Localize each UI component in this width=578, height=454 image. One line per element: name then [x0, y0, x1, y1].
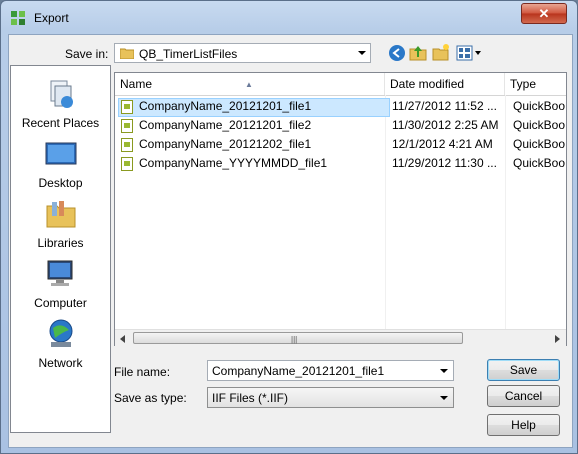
place-label: Computer — [34, 296, 87, 310]
file-name: CompanyName_YYYYMMDD_file1 — [139, 156, 328, 170]
view-menu-icon[interactable] — [456, 44, 482, 62]
cancel-button[interactable]: Cancel — [487, 385, 560, 407]
file-row[interactable]: CompanyName_YYYYMMDD_file1 11/29/2012 11… — [115, 155, 566, 174]
column-header-row: ▲ Name Date modified Type — [115, 73, 566, 96]
horizontal-scrollbar[interactable]: ||| — [115, 329, 566, 346]
file-row[interactable]: CompanyName_20121202_file1 12/1/2012 4:2… — [115, 136, 566, 155]
place-libraries[interactable]: Libraries — [11, 198, 110, 250]
column-header-name[interactable]: ▲ Name — [115, 73, 385, 95]
save-in-folder: QB_TimerListFiles — [139, 47, 238, 61]
chevron-down-icon — [358, 51, 366, 55]
help-button[interactable]: Help — [487, 414, 560, 436]
iif-file-icon — [121, 119, 133, 133]
file-row[interactable]: CompanyName_20121201_file2 11/30/2012 2:… — [115, 117, 566, 136]
file-name: CompanyName_20121201_file2 — [139, 118, 312, 132]
place-network[interactable]: Network — [11, 318, 110, 370]
place-label: Recent Places — [21, 116, 100, 130]
network-icon — [49, 319, 72, 347]
recent-places-icon — [50, 80, 73, 108]
grip-icon: ||| — [291, 335, 298, 344]
save-type-label: Save as type: — [114, 391, 187, 405]
scroll-left-icon[interactable] — [120, 335, 125, 343]
close-icon: ✕ — [538, 6, 550, 21]
place-label: Desktop — [38, 176, 83, 190]
file-name: CompanyName_20121202_file1 — [139, 137, 312, 151]
file-name-value: CompanyName_20121201_file1 — [212, 364, 385, 378]
place-recent-places[interactable]: Recent Places — [11, 78, 110, 130]
new-folder-icon[interactable] — [432, 43, 450, 61]
file-date: 11/30/2012 2:25 AM — [392, 118, 499, 132]
place-computer[interactable]: Computer — [11, 258, 110, 310]
file-date: 11/27/2012 11:52 ... — [392, 99, 497, 113]
save-in-label: Save in: — [65, 47, 109, 61]
app-icon — [11, 11, 25, 25]
libraries-icon — [46, 201, 75, 228]
column-header-type[interactable]: Type — [505, 73, 566, 95]
places-bar: Recent Places Desktop Libraries Computer… — [10, 65, 111, 433]
computer-icon — [47, 260, 72, 286]
chevron-down-icon — [440, 396, 448, 400]
back-icon[interactable] — [388, 44, 406, 62]
scrollbar-thumb[interactable]: ||| — [133, 332, 463, 344]
place-label: Network — [38, 356, 83, 370]
dialog-body: Save in: QB_TimerListFiles Recent Places — [8, 34, 573, 448]
file-date: 11/29/2012 11:30 ... — [392, 156, 497, 170]
file-type: QuickBoo — [513, 118, 566, 132]
file-row[interactable]: CompanyName_20121201_file1 11/27/2012 11… — [115, 98, 566, 117]
close-button[interactable]: ✕ — [521, 3, 567, 24]
sort-ascending-icon: ▲ — [245, 80, 253, 89]
export-dialog: Export ✕ Save in: QB_TimerListFiles Rece — [0, 0, 578, 454]
file-name-field[interactable]: CompanyName_20121201_file1 — [207, 360, 454, 381]
iif-file-icon — [121, 100, 133, 114]
file-list[interactable]: ▲ Name Date modified Type CompanyName_20… — [114, 72, 567, 346]
place-desktop[interactable]: Desktop — [11, 138, 110, 190]
file-type: QuickBoo — [513, 99, 566, 113]
up-folder-icon[interactable] — [409, 43, 427, 61]
file-name: CompanyName_20121201_file1 — [139, 99, 312, 113]
column-header-date[interactable]: Date modified — [385, 73, 505, 95]
file-name-label: File name: — [114, 365, 171, 379]
title-bar[interactable]: Export ✕ — [1, 1, 577, 35]
iif-file-icon — [121, 138, 133, 152]
window-title: Export — [34, 11, 69, 25]
chevron-down-icon[interactable] — [440, 369, 448, 373]
desktop-icon — [45, 142, 76, 165]
file-type: QuickBoo — [513, 137, 566, 151]
iif-file-icon — [121, 157, 133, 171]
place-label: Libraries — [37, 236, 84, 250]
save-button[interactable]: Save — [487, 359, 560, 381]
file-type: QuickBoo — [513, 156, 566, 170]
save-in-dropdown[interactable]: QB_TimerListFiles — [114, 43, 371, 63]
folder-icon — [120, 48, 134, 59]
save-type-value: IIF Files (*.IIF) — [212, 391, 288, 405]
scroll-right-icon[interactable] — [555, 335, 560, 343]
save-type-dropdown[interactable]: IIF Files (*.IIF) — [207, 387, 454, 408]
file-date: 12/1/2012 4:21 AM — [392, 137, 493, 151]
